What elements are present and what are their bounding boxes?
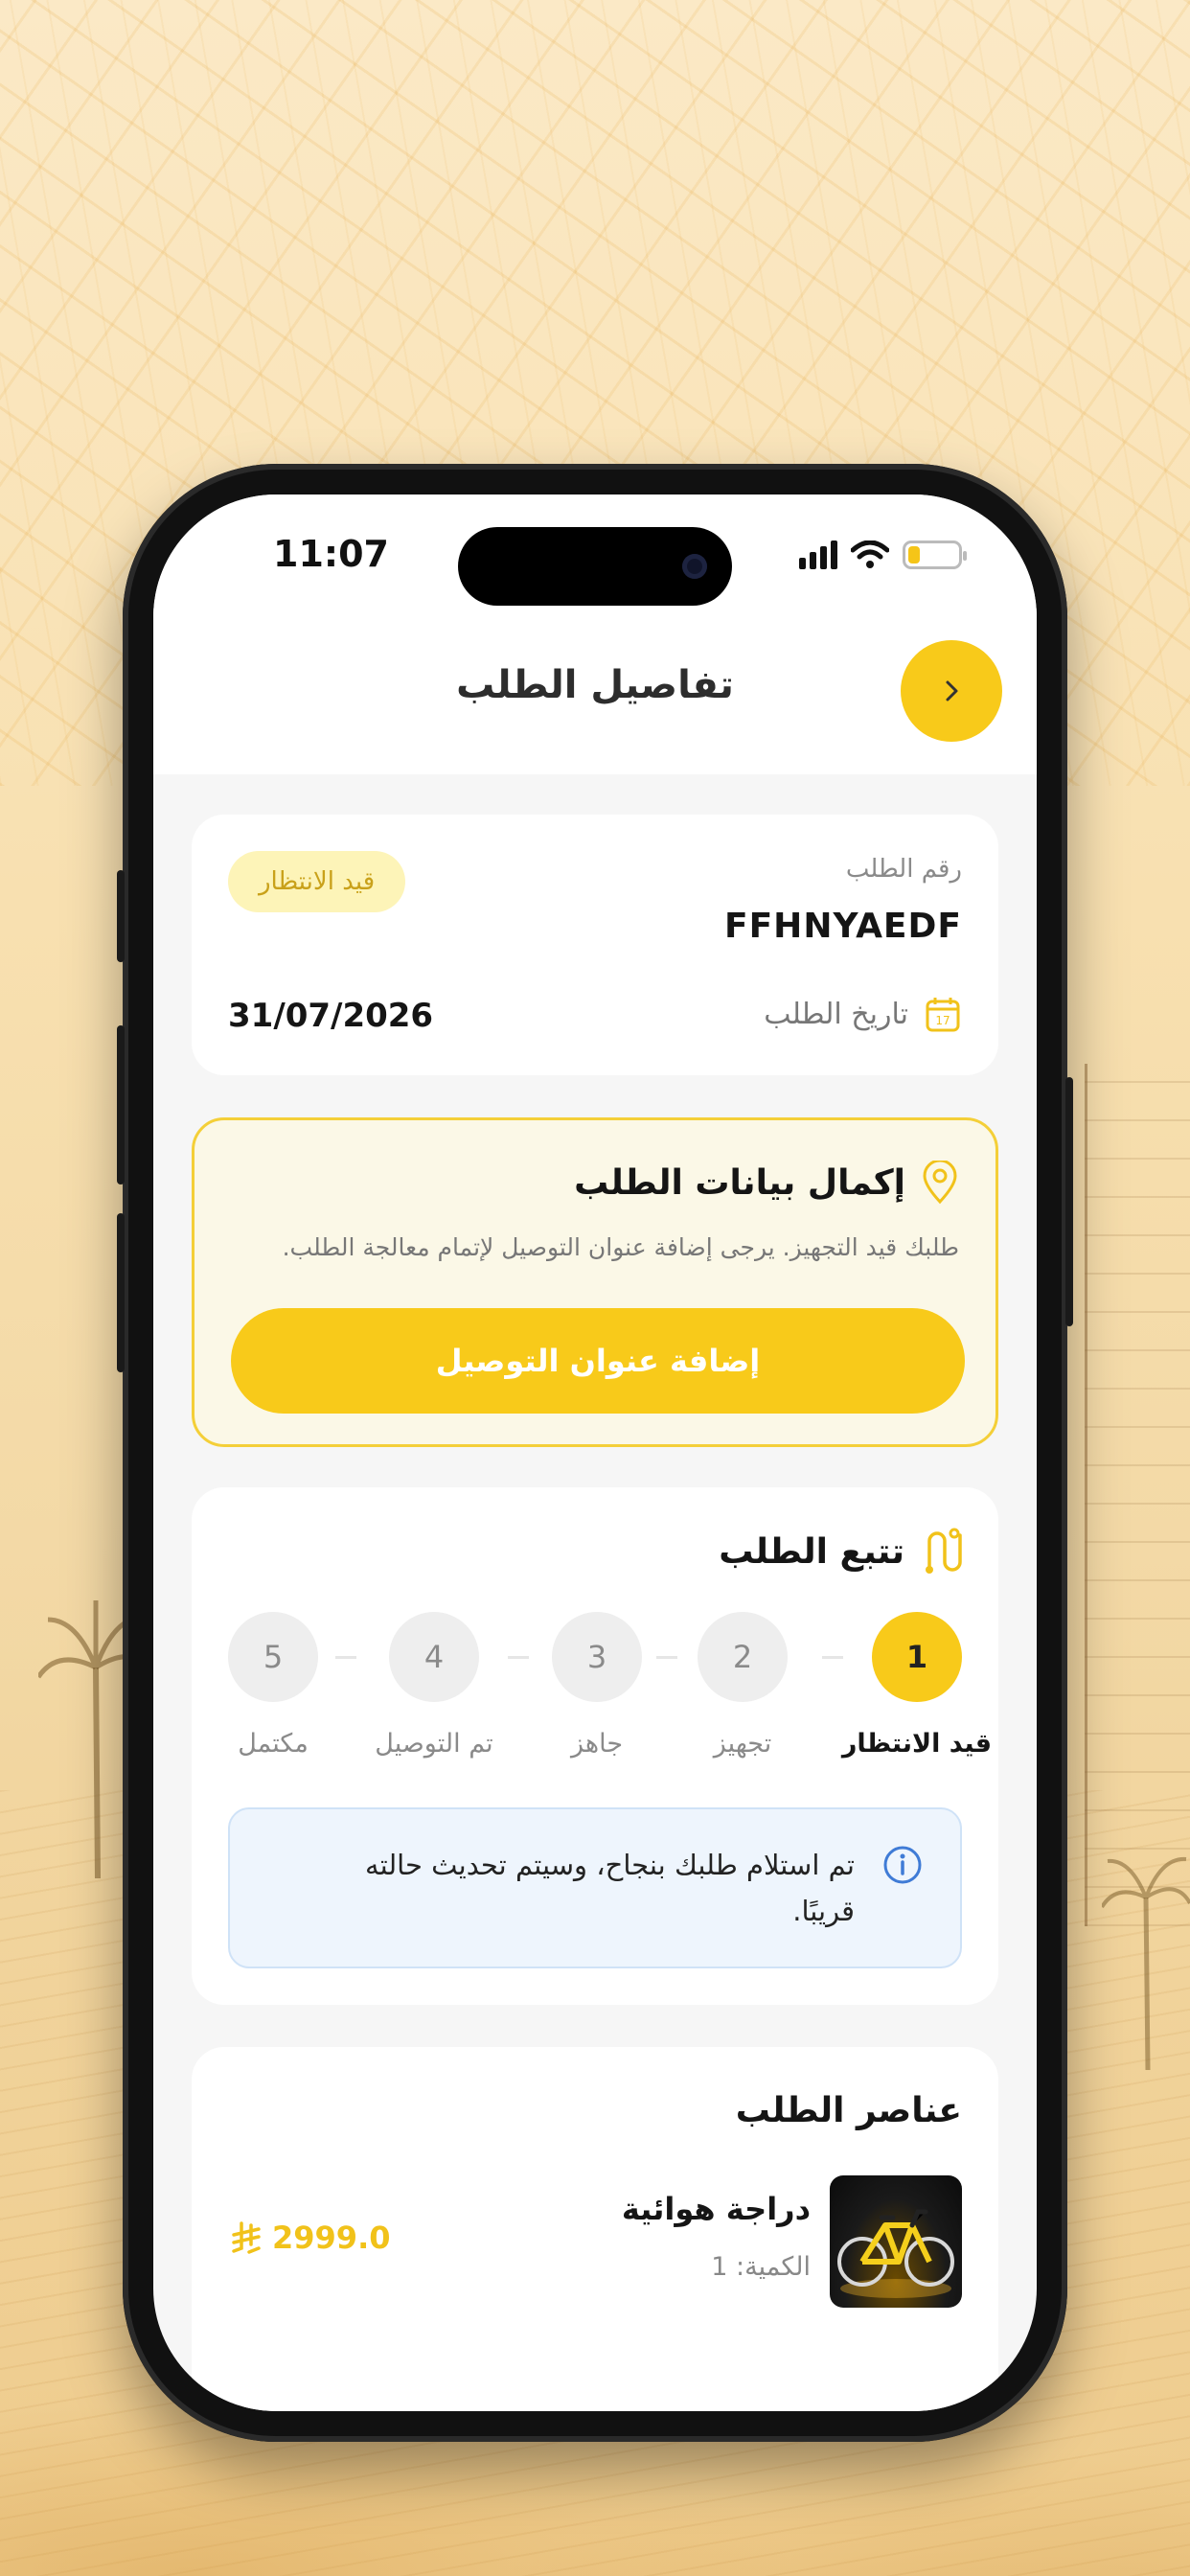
step-connector bbox=[508, 1656, 529, 1659]
volume-up-button bbox=[117, 1025, 125, 1184]
order-tracking-card: تتبع الطلب 1 2 3 4 5 قيد الانتظار تجهيز … bbox=[192, 1487, 998, 2005]
order-date-label-group: 17 تاريخ الطلب bbox=[764, 995, 962, 1033]
step-connector bbox=[822, 1656, 843, 1659]
order-date-label: تاريخ الطلب bbox=[764, 997, 908, 1031]
palm-tree-icon bbox=[1102, 1856, 1190, 2070]
item-price: 2999.0 bbox=[272, 2220, 391, 2256]
camera-icon bbox=[682, 554, 707, 579]
back-button[interactable] bbox=[901, 640, 1002, 742]
tracking-info-box: تم استلام طلبك بنجاح، وسيتم تحديث حالته … bbox=[228, 1807, 962, 1968]
complete-data-title-group: إكمال بيانات الطلب bbox=[574, 1161, 959, 1205]
status-icons bbox=[799, 540, 967, 569]
tracking-step-2: 2 bbox=[698, 1612, 788, 1702]
order-number: FFHNYAEDF bbox=[724, 907, 962, 946]
location-pin-icon bbox=[923, 1161, 957, 1205]
battery-icon bbox=[903, 540, 967, 569]
bicycle-thumbnail bbox=[830, 2175, 962, 2308]
tracking-title: تتبع الطلب bbox=[719, 1531, 904, 1572]
tracking-title-group: تتبع الطلب bbox=[719, 1528, 962, 1576]
background-tower bbox=[1085, 1064, 1190, 1926]
order-number-label: رقم الطلب bbox=[845, 855, 962, 884]
complete-data-description: طلبك قيد التجهيز. يرجى إضافة عنوان التوص… bbox=[282, 1233, 959, 1261]
app-screen: تفاصيل الطلب 11:07 قيد الانتظار رقم الطل… bbox=[153, 494, 1037, 2411]
wifi-icon bbox=[851, 540, 889, 568]
complete-data-title: إكمال بيانات الطلب bbox=[574, 1162, 905, 1203]
power-button bbox=[1065, 1077, 1073, 1326]
tracking-step-1: 1 bbox=[872, 1612, 962, 1702]
tracking-step-label-1: قيد الانتظار bbox=[841, 1729, 993, 1759]
phone-frame: تفاصيل الطلب 11:07 قيد الانتظار رقم الطل… bbox=[117, 464, 1073, 2442]
riyal-icon bbox=[232, 2221, 261, 2254]
order-items-card: عناصر الطلب دراجة هوائية الكمية: 1 2999.… bbox=[192, 2047, 998, 2411]
complete-order-data-card: إكمال بيانات الطلب طلبك قيد التجهيز. يرج… bbox=[192, 1117, 998, 1447]
info-icon bbox=[883, 1846, 922, 1884]
step-connector bbox=[656, 1656, 677, 1659]
signal-icon bbox=[799, 540, 837, 569]
action-button bbox=[117, 870, 125, 962]
tracking-step-4: 4 bbox=[389, 1612, 479, 1702]
chevron-right-icon bbox=[946, 680, 958, 702]
order-info-card: قيد الانتظار رقم الطلب FFHNYAEDF 31/07/2… bbox=[192, 815, 998, 1075]
dynamic-island bbox=[458, 527, 732, 606]
svg-text:17: 17 bbox=[935, 1014, 950, 1027]
volume-down-button bbox=[117, 1213, 125, 1372]
item-name: دراجة هوائية bbox=[621, 2191, 811, 2227]
status-badge: قيد الانتظار bbox=[228, 851, 406, 912]
route-icon bbox=[926, 1528, 962, 1574]
item-price-group: 2999.0 bbox=[230, 2220, 390, 2256]
tracking-step-3: 3 bbox=[552, 1612, 642, 1702]
tracking-step-5: 5 bbox=[228, 1612, 318, 1702]
tracking-info-text: تم استلام طلبك بنجاح، وسيتم تحديث حالته … bbox=[365, 1849, 855, 1927]
item-quantity: الكمية: 1 bbox=[711, 2252, 811, 2282]
bicycle-icon bbox=[837, 2209, 954, 2298]
calendar-icon: 17 bbox=[926, 998, 960, 1032]
add-delivery-address-button[interactable]: إضافة عنوان التوصيل bbox=[231, 1308, 965, 1414]
tracking-step-label-3: جاهز bbox=[570, 1729, 624, 1759]
step-connector bbox=[335, 1656, 356, 1659]
order-date: 31/07/2026 bbox=[228, 997, 434, 1035]
order-items-title: عناصر الطلب bbox=[735, 2091, 962, 2130]
tracking-step-label-5: مكتمل bbox=[238, 1729, 309, 1759]
status-time: 11:07 bbox=[273, 533, 389, 575]
